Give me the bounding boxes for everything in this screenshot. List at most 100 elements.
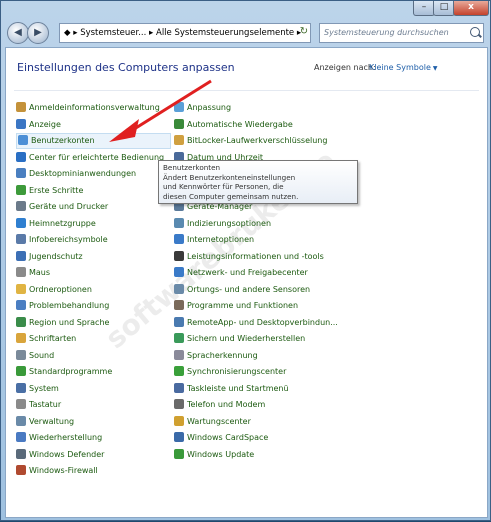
close-button[interactable]: x [453,1,489,16]
control-panel-item-anmeldeinformationsverwaltung[interactable]: Anmeldeinformationsverwaltung [16,100,160,116]
control-panel-item-anpassung[interactable]: Anpassung [174,100,231,116]
control-panel-item-wiederherstellung[interactable]: Wiederherstellung [16,430,102,446]
control-panel-item-windows-defender[interactable]: Windows Defender [16,447,104,463]
anzeige-icon [16,118,26,129]
sound-icon [16,349,26,360]
item-label: Spracherkennung [187,350,258,360]
item-label: Leistungsinformationen und -tools [187,251,324,261]
search-placeholder: Systemsteuerung durchsuchen [324,28,449,37]
item-label: Indizierungsoptionen [187,218,272,228]
synchronisierungscenter-icon [174,366,184,376]
item-label: Windows-Firewall [29,466,98,475]
tooltip-title: Benutzerkonten [163,163,221,172]
control-panel-item-windows-cardspace[interactable]: Windows CardSpace [174,430,268,446]
control-panel-item-tastatur[interactable]: Tastatur [16,397,61,413]
item-label: Internetoptionen [187,235,255,244]
programme-und-funktionen-icon [174,300,184,310]
search-icon[interactable] [470,27,480,37]
wartungscenter-icon [174,415,184,426]
control-panel-item-benutzerkonten[interactable]: Benutzerkonten [16,133,171,149]
item-label: Verwaltung [29,416,75,426]
control-panel-item-sound[interactable]: Sound [16,348,54,364]
center-für-erleichterte-bedienung-icon [16,151,26,162]
desktopminianwendungen-icon [16,168,26,178]
item-label: System [29,383,59,393]
content-pane: Einstellungen des Computers anpassen Anz… [5,47,488,518]
control-panel-item-leistungsinformationen-und-tools[interactable]: Leistungsinformationen und -tools [174,249,324,265]
item-label: Netzwerk- und Freigabecenter [187,268,308,277]
control-panel-item-infobereichsymbole[interactable]: Infobereichsymbole [16,232,108,248]
control-panel-item-windows-firewall[interactable]: Windows-Firewall [16,463,98,479]
control-panel-item-jugendschutz[interactable]: Jugendschutz [16,249,83,265]
maus-icon [16,267,26,277]
control-panel-item-automatische-wiedergabe[interactable]: Automatische Wiedergabe [174,117,293,133]
control-panel-item-desktopminianwendungen[interactable]: Desktopminianwendungen [16,166,136,182]
control-panel-item-wartungscenter[interactable]: Wartungscenter [174,414,251,430]
control-panel-item-telefon-und-modem[interactable]: Telefon und Modem [174,397,265,413]
control-panel-item-internetoptionen[interactable]: Internetoptionen [174,232,254,248]
control-panel-item-schriftarten[interactable]: Schriftarten [16,331,76,347]
windows-cardspace-icon [174,432,184,442]
control-panel-item-geräte-und-drucker[interactable]: Geräte und Drucker [16,199,108,215]
erste-schritte-icon [16,184,26,195]
maximize-button[interactable]: □ [433,1,455,16]
control-panel-item-windows-update[interactable]: Windows Update [174,447,254,463]
control-panel-item-bitlocker-laufwerkverschlüsselung[interactable]: BitLocker-Laufwerkverschlüsselung [174,133,327,149]
control-panel-item-verwaltung[interactable]: Verwaltung [16,414,74,430]
forward-button[interactable]: ▶ [27,22,49,44]
control-panel-window: – □ x ◀ ▶ ◆ ▸ Systemsteuer... ▸ Alle Sys… [0,0,491,521]
control-panel-item-synchronisierungscenter[interactable]: Synchronisierungscenter [174,364,286,380]
control-panel-item-ordneroptionen[interactable]: Ordneroptionen [16,282,92,298]
view-by-dropdown[interactable]: Kleine Symbole ▼ [369,63,438,72]
item-label: Infobereichsymbole [29,235,108,244]
windows-defender-icon [16,448,26,459]
infobereichsymbole-icon [16,234,26,244]
control-panel-item-anzeige[interactable]: Anzeige [16,117,61,133]
control-panel-item-taskleiste-und-startmenü[interactable]: Taskleiste und Startmenü [174,381,289,397]
control-panel-item-region-und-sprache[interactable]: Region und Sprache [16,315,109,331]
address-text: ◆ ▸ Systemsteuer... ▸ Alle Systemsteueru… [64,28,302,38]
jugendschutz-icon [16,250,26,261]
control-panel-item-sichern-und-wiederherstellen[interactable]: Sichern und Wiederherstellen [174,331,305,347]
item-label: Ortungs- und andere Sensoren [187,284,311,294]
refresh-icon[interactable]: ↻ [297,24,311,40]
item-label: Anpassung [187,103,232,112]
control-panel-item-spracherkennung[interactable]: Spracherkennung [174,348,258,364]
automatische-wiedergabe-icon [174,118,184,129]
control-panel-item-erste-schritte[interactable]: Erste Schritte [16,183,83,199]
tooltip-line: diesen Computer gemeinsam nutzen. [163,191,299,201]
control-panel-item-maus[interactable]: Maus [16,265,50,281]
item-label: Anzeige [29,119,61,129]
control-panel-item-ortungs-und-andere-sensoren[interactable]: Ortungs- und andere Sensoren [174,282,310,298]
control-panel-item-heimnetzgruppe[interactable]: Heimnetzgruppe [16,216,96,232]
control-panel-item-indizierungsoptionen[interactable]: Indizierungsoptionen [174,216,271,232]
schriftarten-icon [16,333,26,343]
item-label: Schriftarten [29,334,77,343]
item-label: Problembehandlung [29,301,110,310]
item-label: Erste Schritte [29,185,84,195]
address-bar[interactable]: ◆ ▸ Systemsteuer... ▸ Alle Systemsteueru… [59,23,311,43]
title-bar[interactable]: – □ x [1,1,490,19]
control-panel-item-programme-und-funktionen[interactable]: Programme und Funktionen [174,298,298,314]
control-panel-item-problembehandlung[interactable]: Problembehandlung [16,298,109,314]
back-button[interactable]: ◀ [7,22,29,44]
item-label: Synchronisierungscenter [187,367,287,376]
leistungsinformationen-und-tools-icon [174,250,184,261]
control-panel-item-center-für-erleichterte-bedienung[interactable]: Center für erleichterte Bedienung [16,150,164,166]
taskleiste-und-startmenü-icon [174,382,184,393]
item-label: Heimnetzgruppe [29,218,96,228]
item-label: Sichern und Wiederherstellen [187,334,306,343]
control-panel-item-netzwerk-und-freigabecenter[interactable]: Netzwerk- und Freigabecenter [174,265,308,281]
search-input[interactable]: Systemsteuerung durchsuchen [319,23,484,43]
verwaltung-icon [16,415,26,426]
view-by-value: Kleine Symbole [369,63,431,72]
tooltip-line: und Kennwörter für Personen, die [163,182,284,191]
geräte-und-drucker-icon [16,201,26,211]
item-label: Region und Sprache [29,317,110,327]
minimize-button[interactable]: – [413,1,435,16]
telefon-und-modem-icon [174,399,184,409]
item-label: Windows Update [187,449,255,459]
control-panel-item-system[interactable]: System [16,381,59,397]
control-panel-item-standardprogramme[interactable]: Standardprogramme [16,364,112,380]
control-panel-item-remoteapp-und-desktopverbindun[interactable]: RemoteApp- und Desktopverbindun... [174,315,338,331]
